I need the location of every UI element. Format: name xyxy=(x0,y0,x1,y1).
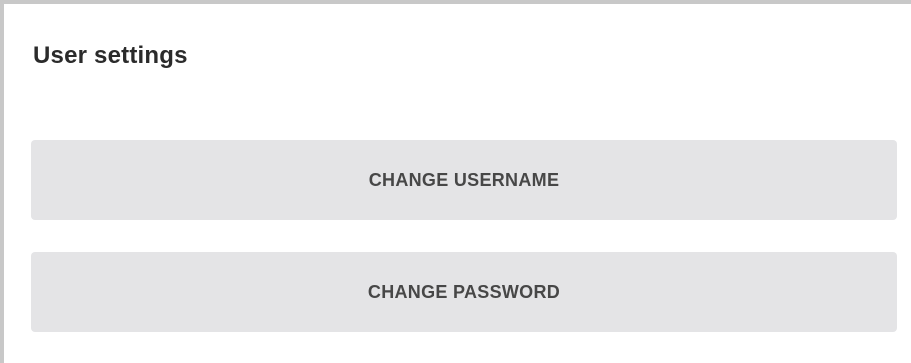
user-settings-panel: User settings CHANGE USERNAME CHANGE PAS… xyxy=(0,0,911,363)
change-username-button[interactable]: CHANGE USERNAME xyxy=(31,140,897,220)
change-password-label: CHANGE PASSWORD xyxy=(367,281,561,302)
change-password-button[interactable]: CHANGE PASSWORD xyxy=(31,252,897,332)
page-title: User settings xyxy=(33,42,188,69)
change-username-label: CHANGE USERNAME xyxy=(368,169,560,190)
